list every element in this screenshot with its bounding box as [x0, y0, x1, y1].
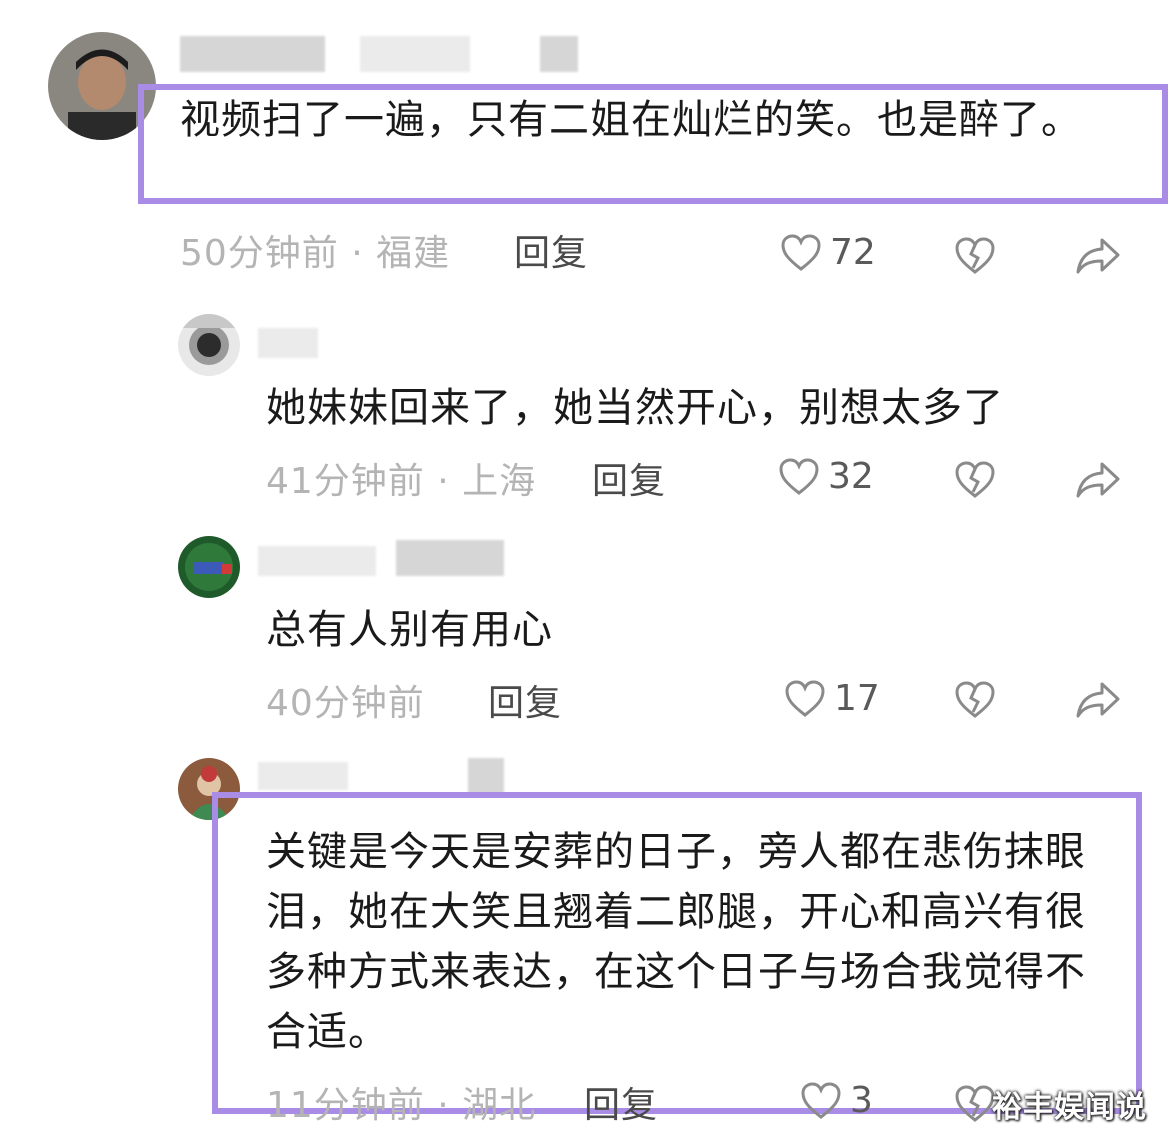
heart-outline-icon	[801, 1081, 841, 1119]
heart-outline-icon	[779, 457, 819, 495]
reply-button[interactable]: 回复	[584, 1084, 658, 1128]
like-button[interactable]: 32	[778, 456, 874, 497]
username-blurred	[468, 758, 504, 794]
comment-meta: 50分钟前 · 福建	[180, 233, 451, 274]
comment-text: 关键是今天是安葬的日子，旁人都在悲伤抹眼泪，她在大笑且翘着二郎腿，开心和高兴有很…	[266, 829, 1086, 1055]
comment-text: 总有人别有用心	[266, 607, 553, 653]
username-blurred[interactable]	[258, 546, 376, 576]
broken-heart-icon[interactable]	[954, 236, 996, 276]
like-button[interactable]: 17	[784, 678, 880, 719]
username-blurred	[540, 36, 578, 72]
broken-heart-icon[interactable]	[954, 460, 996, 500]
like-button[interactable]: 72	[780, 232, 876, 273]
comment-meta: 11分钟前 · 湖北	[266, 1085, 537, 1126]
comment-text: 她妹妹回来了，她当然开心，别想太多了	[266, 385, 1004, 431]
avatar[interactable]	[178, 314, 240, 376]
username-blurred[interactable]	[258, 328, 318, 358]
avatar[interactable]	[178, 536, 240, 598]
like-count: 3	[850, 1080, 873, 1121]
username-blurred	[396, 540, 504, 576]
broken-heart-icon[interactable]	[954, 680, 996, 720]
heart-outline-icon	[785, 679, 825, 717]
comment-3: 总有人别有用心 40分钟前 回复 17	[0, 520, 1170, 740]
username-blurred[interactable]	[258, 762, 348, 790]
username-blurred	[360, 36, 470, 72]
share-arrow-icon[interactable]	[1074, 680, 1122, 720]
share-arrow-icon[interactable]	[1074, 236, 1122, 276]
username-blurred[interactable]	[180, 36, 325, 72]
like-button[interactable]: 3	[800, 1080, 873, 1121]
broken-heart-icon[interactable]	[954, 1084, 996, 1124]
comment-meta: 40分钟前	[266, 683, 425, 724]
comment-4: 关键是今天是安葬的日子，旁人都在悲伤抹眼泪，她在大笑且翘着二郎腿，开心和高兴有很…	[0, 740, 1170, 1134]
comment-2: 她妹妹回来了，她当然开心，别想太多了 41分钟前 · 上海 回复 32	[0, 300, 1170, 520]
comment-1: 视频扫了一遍，只有二姐在灿烂的笑。也是醉了。 50分钟前 · 福建 回复 72	[0, 0, 1170, 300]
heart-outline-icon	[781, 233, 821, 271]
like-count: 32	[828, 456, 874, 497]
comment-text: 视频扫了一遍，只有二姐在灿烂的笑。也是醉了。	[180, 97, 1082, 143]
watermark: 裕丰娱闻说	[992, 1090, 1147, 1125]
like-count: 72	[830, 232, 876, 273]
share-arrow-icon[interactable]	[1074, 460, 1122, 500]
comment-meta: 41分钟前 · 上海	[266, 461, 537, 502]
reply-button[interactable]: 回复	[592, 460, 666, 504]
reply-button[interactable]: 回复	[488, 682, 562, 726]
like-count: 17	[834, 678, 880, 719]
reply-button[interactable]: 回复	[514, 232, 588, 276]
